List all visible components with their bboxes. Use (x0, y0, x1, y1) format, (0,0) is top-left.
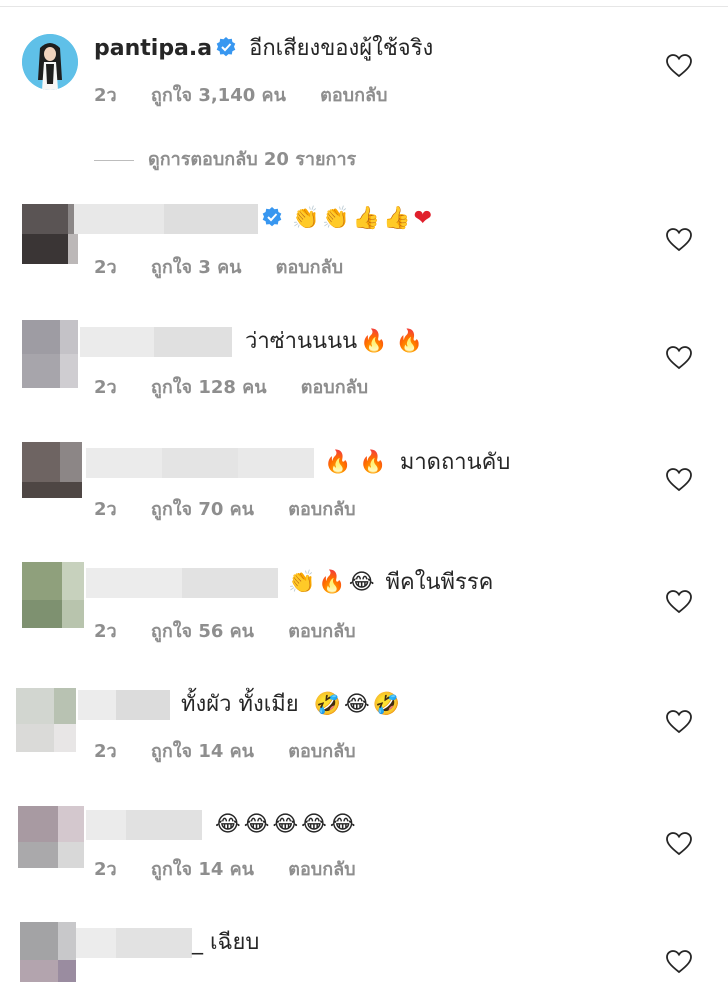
rofl-emoji: 🤣 (313, 692, 342, 717)
rofl-emoji: 🤣 (372, 692, 401, 717)
top-divider (0, 6, 728, 7)
heart-icon[interactable] (666, 228, 692, 252)
fire-emoji: 🔥 (359, 450, 387, 475)
avatar[interactable] (22, 562, 84, 628)
comment-text: _ เฉียบ (192, 930, 260, 955)
joy-emoji: 😂 (243, 812, 270, 837)
heart-icon[interactable] (666, 468, 692, 492)
like-count[interactable]: ถูกใจ 3 คน (151, 257, 242, 278)
like-count[interactable]: ถูกใจ 3,140 คน (151, 85, 286, 106)
comment-meta: 2ว ถูกใจ 3,140 คน ตอบกลับ (94, 80, 415, 109)
like-count[interactable]: ถูกใจ 56 คน (151, 621, 254, 642)
reply-button[interactable]: ตอบกลับ (288, 499, 355, 520)
avatar-portrait-icon (22, 34, 78, 90)
joy-emoji: 😂 (329, 812, 356, 837)
like-count[interactable]: ถูกใจ 128 คน (151, 377, 267, 398)
blurred-username (76, 928, 192, 958)
joy-emoji: 😂 (215, 812, 241, 837)
comment-text: อีกเสียงของผู้ใช้จริง (249, 36, 434, 61)
fire-emoji: 🔥 (395, 329, 423, 354)
avatar[interactable] (22, 320, 78, 388)
comment-header: 👏 🔥 😂 พีคในพีรรค (86, 568, 493, 598)
comment-time: 2ว (94, 257, 117, 278)
reply-button[interactable]: ตอบกลับ (320, 85, 387, 106)
heart-icon[interactable] (666, 346, 692, 370)
comment-time: 2ว (94, 741, 117, 762)
comment-time: 2ว (94, 377, 117, 398)
thumbs-up-emoji: 👍 (352, 206, 381, 231)
reply-button[interactable]: ตอบกลับ (288, 859, 355, 880)
comment-time: 2ว (94, 85, 117, 106)
comment-meta: 2ว ถูกใจ 14 คน ตอบกลับ (94, 736, 384, 765)
verified-badge-icon (262, 206, 282, 236)
like-count[interactable]: ถูกใจ 70 คน (151, 499, 254, 520)
joy-emoji: 😂 (348, 570, 375, 595)
heart-icon[interactable] (666, 832, 692, 856)
username[interactable]: pantipa.a (94, 36, 212, 61)
thumbs-up-emoji: 👍 (383, 206, 411, 231)
reply-button[interactable]: ตอบกลับ (301, 377, 368, 398)
blurred-username (86, 448, 314, 478)
comment-header: 😂 😂 😂 😂 😂 (86, 810, 356, 840)
blurred-username (86, 568, 278, 598)
blurred-username (86, 810, 202, 840)
comment-time: 2ว (94, 621, 117, 642)
fire-emoji: 🔥 (324, 450, 352, 475)
joy-emoji: 😂 (301, 812, 327, 837)
avatar[interactable] (16, 688, 76, 752)
comment-text: ว่าซ่านนนน (245, 329, 358, 354)
comment-meta: 2ว ถูกใจ 3 คน ตอบกลับ (94, 252, 371, 281)
avatar[interactable] (20, 922, 76, 982)
comment-header: _ เฉียบ (76, 928, 259, 958)
comment-time: 2ว (94, 859, 117, 880)
comment-text: พีคในพีรรค (385, 570, 494, 595)
view-replies-label: ดูการตอบกลับ 20 รายการ (148, 149, 357, 170)
comment-meta: 2ว ถูกใจ 70 คน ตอบกลับ (94, 494, 384, 523)
view-replies-button[interactable]: ดูการตอบกลับ 20 รายการ (94, 144, 356, 173)
heart-icon[interactable] (666, 54, 692, 78)
comment-text: ทั้งผัว ทั้งเมีย (181, 692, 299, 717)
blurred-username (74, 204, 258, 234)
comment-text: มาดถานคับ (399, 450, 511, 475)
reply-button[interactable]: ตอบกลับ (288, 741, 355, 762)
comment-meta: 2ว ถูกใจ 128 คน ตอบกลับ (94, 372, 396, 401)
divider-dash (94, 159, 134, 161)
avatar[interactable] (22, 34, 78, 90)
joy-emoji: 😂 (344, 692, 370, 717)
clap-emoji: 👏 (322, 206, 350, 231)
reply-button[interactable]: ตอบกลับ (276, 257, 343, 278)
comment-header: ทั้งผัว ทั้งเมีย 🤣 😂 🤣 (78, 690, 400, 720)
heart-icon[interactable] (666, 950, 692, 974)
avatar[interactable] (18, 806, 84, 868)
avatar[interactable] (22, 442, 82, 498)
comment-meta: 2ว ถูกใจ 14 คน ตอบกลับ (94, 854, 384, 883)
blurred-username (80, 327, 232, 357)
avatar[interactable] (22, 204, 68, 264)
blurred-username (78, 690, 170, 720)
red-heart-emoji: ❤ (413, 206, 433, 231)
clap-emoji: 👏 (288, 570, 316, 595)
like-count[interactable]: ถูกใจ 14 คน (151, 859, 254, 880)
verified-badge-icon (216, 36, 236, 66)
joy-emoji: 😂 (272, 812, 299, 837)
heart-icon[interactable] (666, 710, 692, 734)
fire-emoji: 🔥 (360, 329, 388, 354)
comment-header: 🔥 🔥 มาดถานคับ (86, 448, 510, 478)
clap-emoji: 👏 (292, 206, 320, 231)
comment-time: 2ว (94, 499, 117, 520)
heart-icon[interactable] (666, 590, 692, 614)
reply-button[interactable]: ตอบกลับ (288, 621, 355, 642)
comment-header: ว่าซ่านนนน 🔥 🔥 (80, 327, 423, 357)
comment-meta: 2ว ถูกใจ 56 คน ตอบกลับ (94, 616, 384, 645)
like-count[interactable]: ถูกใจ 14 คน (151, 741, 254, 762)
fire-emoji: 🔥 (318, 570, 346, 595)
comment-header: pantipa.a อีกเสียงของผู้ใช้จริง (94, 34, 433, 66)
comment-header: 👏 👏 👍 👍 ❤ (74, 204, 432, 236)
